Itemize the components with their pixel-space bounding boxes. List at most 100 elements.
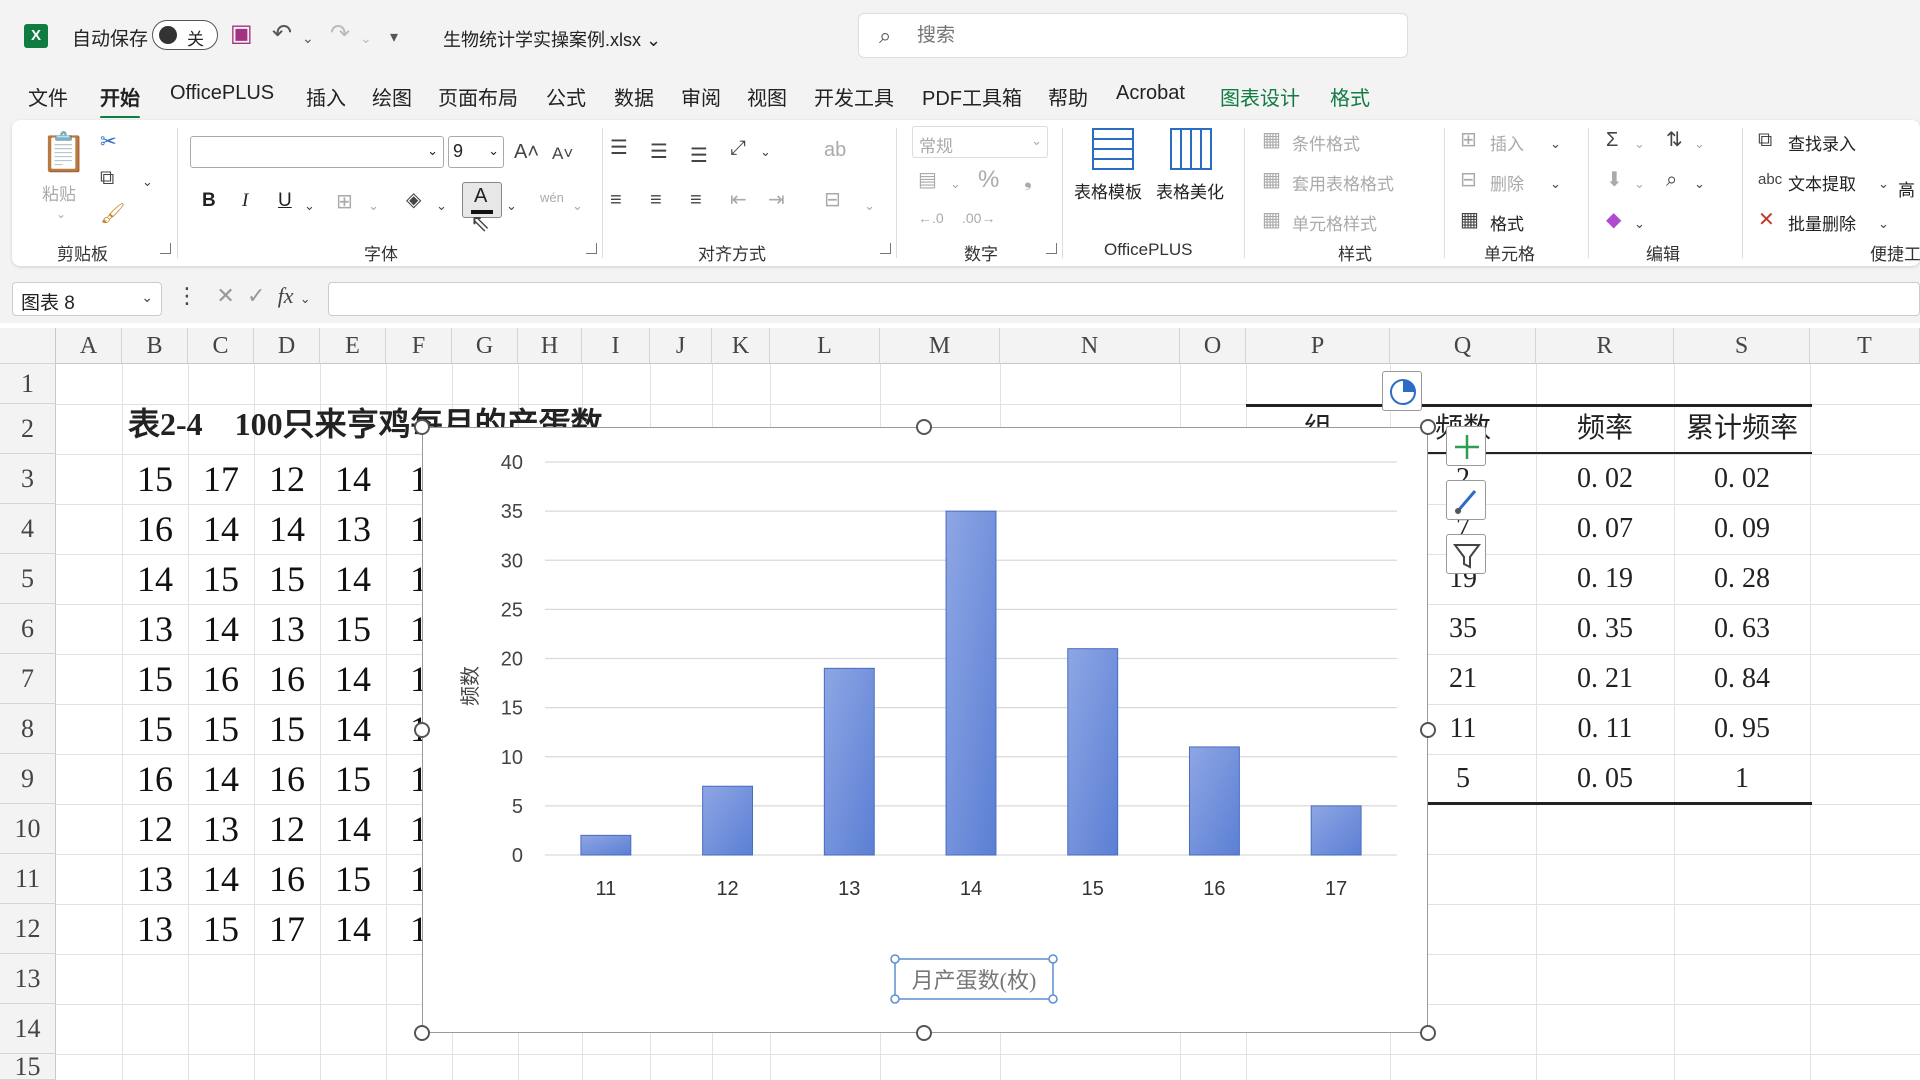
- column-header[interactable]: L: [770, 328, 880, 364]
- tab-insert[interactable]: 插入: [306, 82, 346, 111]
- data-cell[interactable]: 15: [320, 604, 386, 654]
- table-value-cell[interactable]: 0. 84: [1674, 654, 1810, 704]
- data-cell[interactable]: 13: [188, 804, 254, 854]
- row-header[interactable]: 8: [0, 704, 56, 754]
- table-value-cell[interactable]: 0. 21: [1536, 654, 1674, 704]
- x-tick-label[interactable]: 14: [960, 878, 982, 900]
- cell-styles-button[interactable]: 单元格样式: [1292, 210, 1377, 235]
- row-header[interactable]: 7: [0, 654, 56, 704]
- phonetic-icon[interactable]: wén: [540, 186, 564, 210]
- table-beautify-icon[interactable]: [1170, 128, 1212, 170]
- data-cell[interactable]: 14: [188, 754, 254, 804]
- redo-icon[interactable]: ↷: [330, 20, 350, 48]
- data-cell[interactable]: 15: [122, 454, 188, 504]
- font-name-box[interactable]: ⌄: [190, 136, 444, 168]
- chart-handle-bottom-right[interactable]: [1420, 1025, 1436, 1041]
- autosum-icon[interactable]: Σ: [1606, 128, 1618, 152]
- table-value-cell[interactable]: 0. 63: [1674, 604, 1810, 654]
- undo-dropdown-icon[interactable]: ⌄: [302, 24, 314, 52]
- data-cell[interactable]: 14: [188, 854, 254, 904]
- table-header-cell[interactable]: 频率: [1536, 404, 1674, 454]
- chart-handle-top-left[interactable]: [414, 419, 430, 435]
- formula-input[interactable]: [328, 282, 1920, 316]
- data-cell[interactable]: 14: [188, 504, 254, 554]
- text-extract-button[interactable]: 文本提取: [1788, 170, 1856, 195]
- x-axis-label-handle[interactable]: [890, 994, 900, 1004]
- fill-dropdown-icon[interactable]: ⌄: [1634, 172, 1645, 196]
- chart-handle-left[interactable]: [414, 722, 430, 738]
- find-entry-button[interactable]: 查找录入: [1788, 130, 1856, 155]
- table-value-cell[interactable]: 0. 02: [1536, 454, 1674, 504]
- chart-layout-icon[interactable]: [1382, 371, 1422, 411]
- delete-dropdown-icon[interactable]: ⌄: [1550, 172, 1561, 196]
- clear-dropdown-icon[interactable]: ⌄: [1634, 212, 1645, 236]
- bar[interactable]: [945, 510, 997, 856]
- data-cell[interactable]: 15: [122, 704, 188, 754]
- tab-format[interactable]: 格式: [1330, 82, 1370, 111]
- y-tick-label[interactable]: 30: [501, 550, 523, 572]
- find-dropdown-icon[interactable]: ⌄: [1694, 172, 1705, 196]
- x-axis-label-handle[interactable]: [1048, 994, 1058, 1004]
- orientation-dropdown-icon[interactable]: ⌄: [760, 140, 771, 164]
- row-header[interactable]: 6: [0, 604, 56, 654]
- autosum-dropdown-icon[interactable]: ⌄: [1634, 132, 1645, 156]
- tab-developer[interactable]: 开发工具: [814, 82, 894, 111]
- bar[interactable]: [1188, 746, 1240, 856]
- tab-view[interactable]: 视图: [747, 82, 787, 111]
- column-header[interactable]: A: [56, 328, 122, 364]
- data-cell[interactable]: 17: [254, 904, 320, 954]
- redo-dropdown-icon[interactable]: ⌄: [360, 24, 372, 52]
- tab-page-layout[interactable]: 页面布局: [438, 82, 518, 111]
- format-cells-button[interactable]: 格式: [1490, 210, 1524, 235]
- align-top-icon[interactable]: ☰: [610, 136, 628, 160]
- batch-delete-button[interactable]: 批量删除: [1788, 210, 1856, 235]
- chart-handle-top-right[interactable]: [1420, 419, 1436, 435]
- x-axis-label-handle[interactable]: [1048, 954, 1058, 964]
- column-header[interactable]: I: [582, 328, 650, 364]
- data-cell[interactable]: 16: [122, 754, 188, 804]
- font-size-box[interactable]: 9 ⌄: [448, 136, 504, 168]
- tab-home[interactable]: 开始: [100, 82, 140, 119]
- undo-icon[interactable]: ↶: [272, 20, 292, 48]
- data-cell[interactable]: 16: [188, 654, 254, 704]
- x-axis-label-handle[interactable]: [890, 954, 900, 964]
- underline-dropdown-icon[interactable]: ⌄: [304, 194, 315, 218]
- alignment-launcher-icon[interactable]: [880, 243, 891, 254]
- conditional-format-icon[interactable]: ▦: [1262, 128, 1281, 152]
- chart-elements-icon[interactable]: [1446, 426, 1486, 466]
- format-cells-icon[interactable]: ▦: [1460, 208, 1479, 232]
- column-header[interactable]: E: [320, 328, 386, 364]
- worksheet-grid[interactable]: A B C D E F G H I J K L M N O P Q R S T 1 2 3 4 5 6 7 8 9 10 11 12 13 14 1…: [0, 328, 1920, 1080]
- increase-indent-icon[interactable]: ⇥: [768, 188, 785, 212]
- row-header[interactable]: 14: [0, 1004, 56, 1054]
- chart-styles-icon[interactable]: [1446, 480, 1486, 520]
- insert-cells-icon[interactable]: ⊞: [1460, 128, 1477, 152]
- table-value-cell[interactable]: 0. 11: [1536, 704, 1674, 754]
- data-cell[interactable]: 16: [122, 504, 188, 554]
- batch-delete-dropdown-icon[interactable]: ⌄: [1878, 212, 1889, 236]
- tab-review[interactable]: 审阅: [681, 82, 721, 111]
- row-header[interactable]: 15: [0, 1054, 56, 1080]
- clipboard-launcher-icon[interactable]: [160, 243, 171, 254]
- column-header[interactable]: G: [452, 328, 518, 364]
- tab-acrobat[interactable]: Acrobat: [1116, 82, 1185, 105]
- data-cell[interactable]: 15: [188, 704, 254, 754]
- chart-filters-icon[interactable]: [1446, 534, 1486, 574]
- italic-button[interactable]: I: [242, 190, 248, 212]
- data-cell[interactable]: 13: [320, 504, 386, 554]
- font-launcher-icon[interactable]: [586, 243, 597, 254]
- currency-icon[interactable]: ▤: [918, 168, 937, 192]
- cut-icon[interactable]: ✂: [100, 130, 117, 154]
- bar[interactable]: [1067, 648, 1119, 856]
- tab-pdf-toolbox[interactable]: PDF工具箱: [922, 82, 1022, 111]
- data-cell[interactable]: 13: [122, 904, 188, 954]
- x-tick-label[interactable]: 15: [1082, 878, 1104, 900]
- data-cell[interactable]: 15: [254, 704, 320, 754]
- insert-function-icon[interactable]: fx: [278, 283, 294, 308]
- data-cell[interactable]: 15: [254, 554, 320, 604]
- data-cell[interactable]: 14: [320, 454, 386, 504]
- y-tick-label[interactable]: 0: [512, 845, 523, 867]
- bold-button[interactable]: B: [202, 190, 216, 212]
- y-axis-label[interactable]: 频数: [459, 666, 482, 706]
- column-header[interactable]: O: [1180, 328, 1246, 364]
